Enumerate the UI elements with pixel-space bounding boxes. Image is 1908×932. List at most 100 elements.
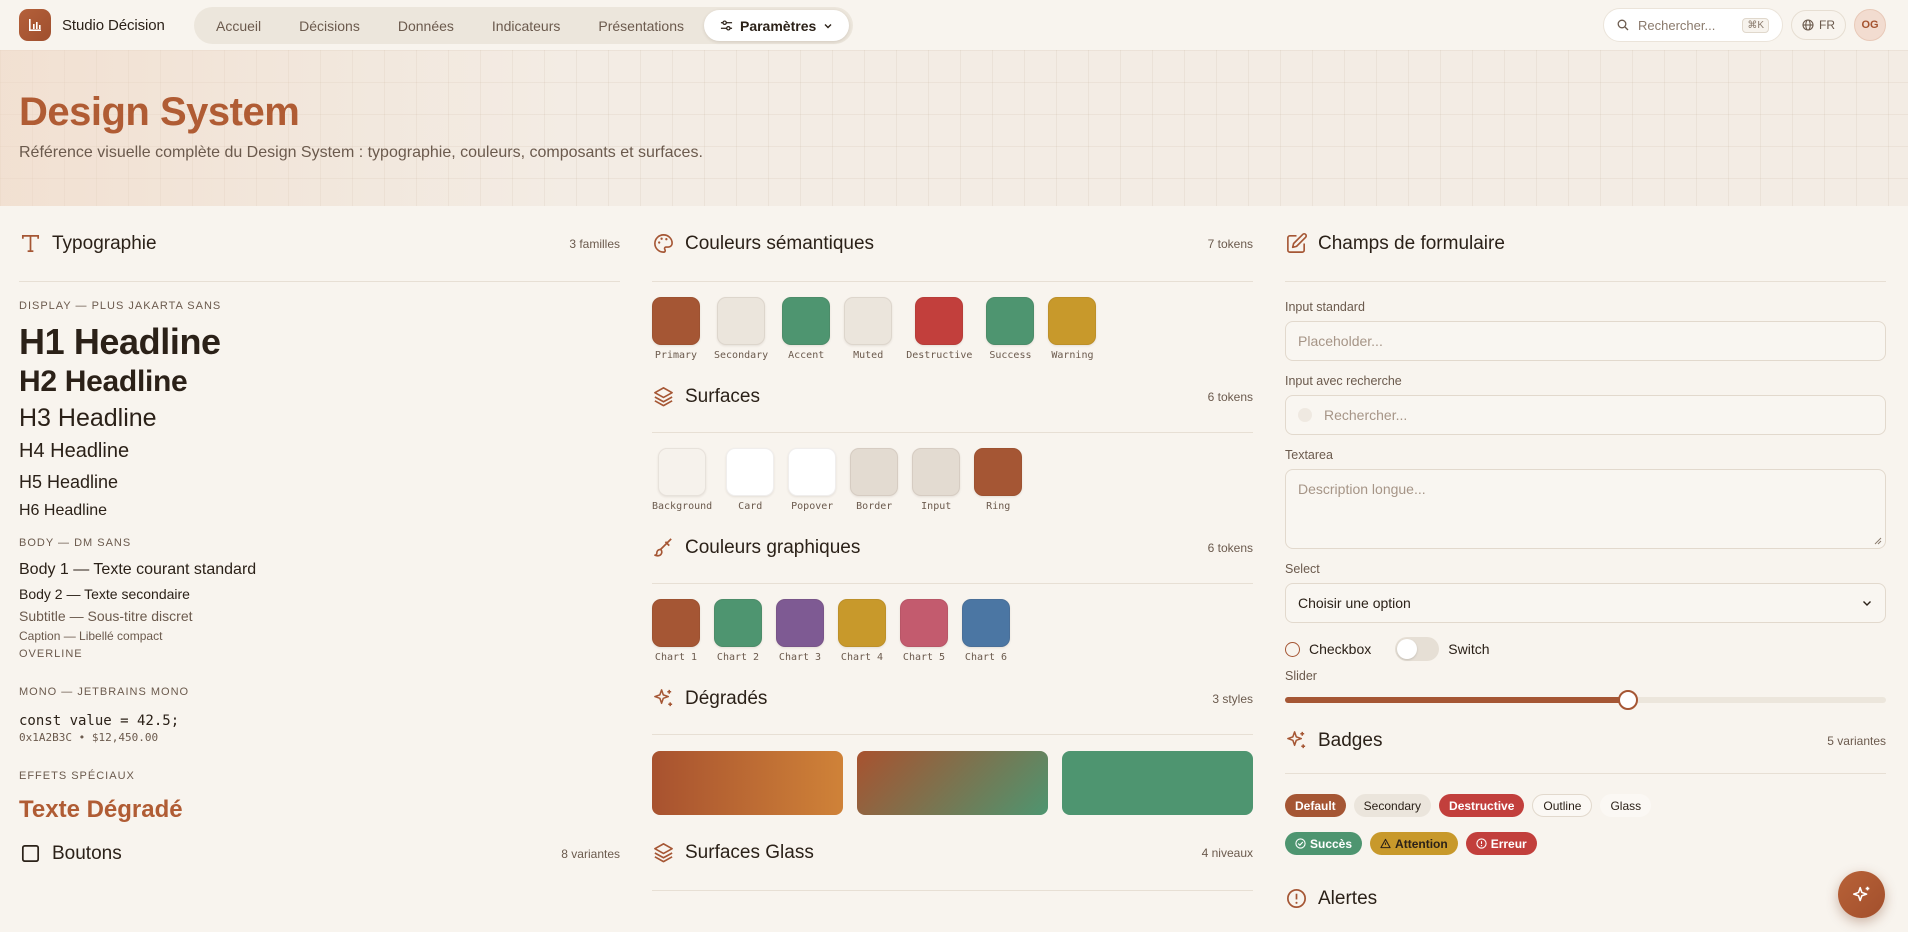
sparkles-icon <box>1287 731 1306 749</box>
typography-title: Typographie <box>52 232 157 254</box>
input-label: Input standard <box>1285 300 1365 314</box>
sliders-icon <box>720 20 733 31</box>
semantic-swatch: Accent <box>782 297 831 361</box>
body2-sample: Body 2 — Texte secondaire <box>19 586 190 602</box>
brand[interactable]: Studio Décision <box>19 9 165 41</box>
surface-swatch: Ring <box>974 448 1023 512</box>
semantic-swatch-color <box>986 297 1035 345</box>
typography-count: 3 familles <box>569 236 620 251</box>
semantic-colors-title: Couleurs sémantiques <box>685 232 875 254</box>
brush-icon <box>654 538 672 557</box>
semantic-swatch-label: Primary <box>654 350 698 361</box>
semantic-swatch-color <box>782 297 831 345</box>
select-label: Select <box>1285 562 1320 576</box>
checkbox-label: Checkbox <box>1309 641 1372 657</box>
gradient-mixed <box>857 751 1048 815</box>
globe-icon <box>1802 19 1814 31</box>
semantic-swatch: Muted <box>844 297 893 361</box>
mono-overline: Mono — JetBrains Mono <box>19 686 190 698</box>
badges-row-1: Default Secondary Destructive Outline Gl… <box>1285 794 1886 817</box>
surface-swatch-color <box>726 448 775 496</box>
global-search[interactable]: Rechercher... ⌘K <box>1603 8 1783 42</box>
body-overline: Body — DM Sans <box>19 537 132 549</box>
palette-icon <box>654 234 673 253</box>
badge-secondary: Secondary <box>1353 794 1432 817</box>
assistant-fab-button[interactable] <box>1838 871 1885 918</box>
badge-error: Erreur <box>1465 832 1537 855</box>
language-switcher[interactable]: FR <box>1791 10 1846 40</box>
surface-swatch-label: Input <box>921 501 952 512</box>
nav-item-accueil[interactable]: Accueil <box>198 10 279 41</box>
buttons-count: 8 variantes <box>561 846 620 861</box>
search-icon <box>1298 408 1312 422</box>
sparkles-icon <box>654 689 673 707</box>
slider[interactable] <box>1285 690 1886 710</box>
resize-handle-icon[interactable] <box>1874 537 1882 545</box>
chart-swatch-label: Chart 4 <box>840 652 884 663</box>
surface-swatch-label: Border <box>856 501 893 512</box>
slider-thumb[interactable] <box>1617 690 1638 710</box>
slider-range <box>1285 697 1628 703</box>
surface-swatch-label: Card <box>738 501 763 512</box>
chart-swatch: Chart 6 <box>962 599 1010 663</box>
typography-header: Typographie 3 familles <box>19 206 620 282</box>
gradients-header: Dégradés 3 styles <box>652 663 1253 735</box>
semantic-colors-header: Couleurs sémantiques 7 tokens <box>652 206 1253 282</box>
badges-header: Badges 5 variantes <box>1285 708 1886 774</box>
standard-input-placeholder: Placeholder... <box>1298 333 1383 349</box>
page-title: Design System <box>19 90 300 134</box>
semantic-colors-count: 7 tokens <box>1207 236 1253 251</box>
chart-swatches: Chart 1 Chart 2 Chart 3 Chart 4 Chart 5 Chart… <box>652 599 1253 663</box>
top-bar: Studio Décision Accueil Décisions Donnée… <box>0 0 1908 50</box>
edit-icon <box>1287 233 1307 253</box>
switch[interactable] <box>1395 637 1440 661</box>
h5-sample: H5 Headline <box>19 472 119 492</box>
chart-swatch: Chart 2 <box>714 599 762 663</box>
chart-bar-icon <box>19 9 51 41</box>
badges-count: 5 variantes <box>1827 733 1886 748</box>
overline-sample: Overline <box>19 648 83 660</box>
textarea-label: Textarea <box>1285 448 1333 462</box>
semantic-swatch-color <box>1048 297 1097 345</box>
nav-item-presentations[interactable]: Présentations <box>580 10 702 41</box>
square-icon <box>21 844 40 863</box>
textarea[interactable]: Description longue... <box>1285 469 1886 549</box>
nav-item-parametres[interactable]: Paramètres <box>703 10 850 41</box>
search-shortcut: ⌘K <box>1742 17 1769 33</box>
check-circle-icon <box>1295 838 1306 849</box>
chart-colors-title: Couleurs graphiques <box>685 536 861 558</box>
chart-swatch: Chart 4 <box>838 599 886 663</box>
layers-icon <box>654 387 673 407</box>
select-field[interactable]: Choisir une option <box>1285 583 1886 623</box>
colors-column: Couleurs sémantiques 7 tokens Primary Sec… <box>652 206 1253 891</box>
search-input-label: Input avec recherche <box>1285 374 1402 388</box>
nav-item-decisions[interactable]: Décisions <box>281 10 378 41</box>
mono-code-sample: const value = 42.5; <box>19 713 180 729</box>
checkbox[interactable] <box>1285 641 1300 657</box>
hero-banner: Design System Référence visuelle complèt… <box>0 50 1908 206</box>
chart-colors-count: 6 tokens <box>1207 540 1253 555</box>
badge-warning-label: Attention <box>1395 836 1448 851</box>
h2-sample: H2 Headline <box>19 365 188 398</box>
chart-colors-header: Couleurs graphiques 6 tokens <box>652 512 1253 584</box>
semantic-swatch-label: Muted <box>853 350 884 361</box>
avatar[interactable]: OG <box>1854 9 1886 41</box>
brand-name: Studio Décision <box>62 16 165 34</box>
surface-swatch: Popover <box>788 448 837 512</box>
surface-swatch: Background <box>652 448 712 512</box>
standard-input[interactable]: Placeholder... <box>1285 321 1886 361</box>
nav-item-indicateurs[interactable]: Indicateurs <box>474 10 578 41</box>
semantic-swatch-label: Secondary <box>714 350 769 361</box>
surface-swatch-label: Ring <box>986 501 1011 512</box>
chart-swatch-color <box>900 599 948 647</box>
badges-row-2: Succès Attention Erreur <box>1285 832 1886 855</box>
semantic-swatch-color <box>915 297 964 345</box>
search-input-placeholder: Rechercher... <box>1324 407 1408 423</box>
mono-small-sample: 0x1A2B3C • $12,450.00 <box>19 731 159 744</box>
badge-default: Default <box>1285 794 1346 817</box>
semantic-swatch: Destructive <box>906 297 972 361</box>
h1-sample: H1 Headline <box>19 321 221 362</box>
search-input[interactable]: Rechercher... <box>1285 395 1886 435</box>
surface-swatch: Card <box>726 448 775 512</box>
nav-item-donnees[interactable]: Données <box>380 10 472 41</box>
